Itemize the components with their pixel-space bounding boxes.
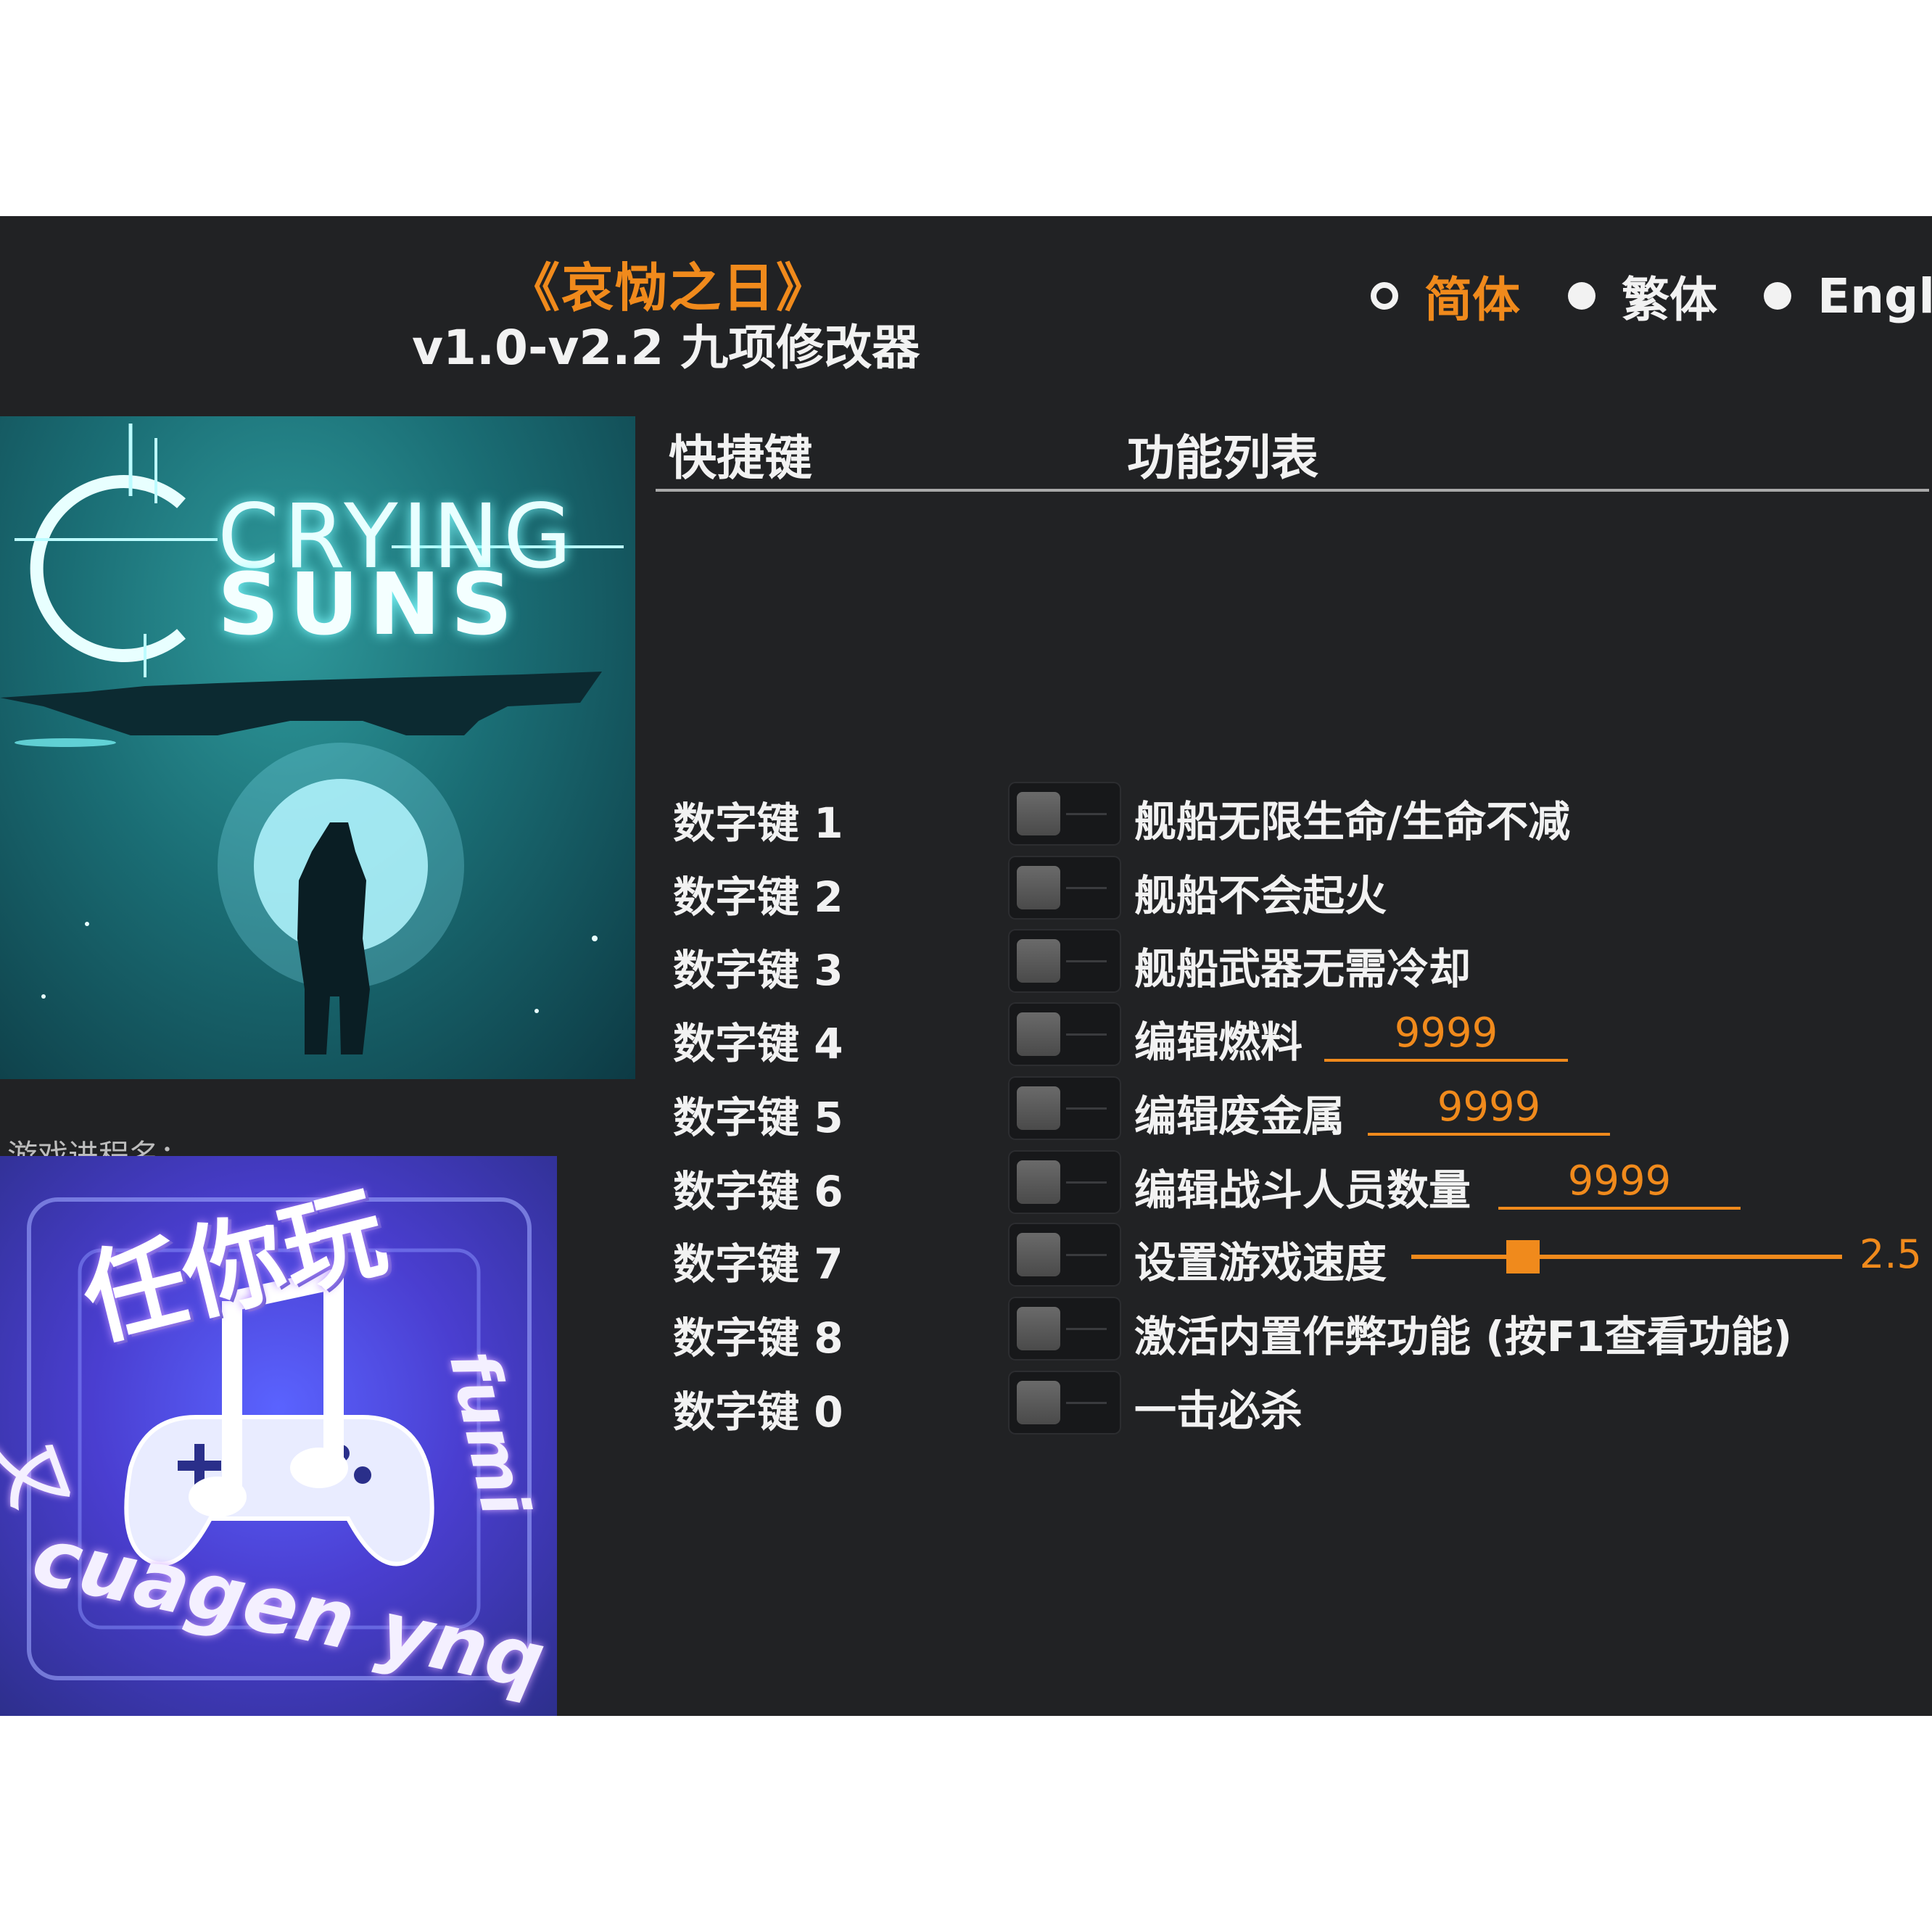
toggle-track (1066, 1254, 1107, 1256)
cheat-row: 数字键 1 舰船无限生命/生命不减 (0, 782, 1932, 851)
cheat-toggle[interactable] (1008, 856, 1121, 920)
cheat-toggle[interactable] (1008, 1002, 1121, 1066)
hotkey-label: 数字键 4 (673, 1019, 843, 1068)
cheat-label: 编辑燃料 (1134, 1017, 1303, 1067)
toggle-knob[interactable] (1017, 939, 1060, 983)
toggle-knob[interactable] (1017, 1012, 1060, 1056)
cheat-row: 数字键 4 编辑燃料 9999 (0, 1002, 1932, 1072)
cheat-row: 数字键 6 编辑战斗人员数量 9999 (0, 1150, 1932, 1220)
toggle-knob[interactable] (1017, 1160, 1060, 1204)
cheat-label: 舰船不会起火 (1134, 871, 1387, 920)
lang-option-english[interactable]: Engl (1764, 267, 1932, 325)
trainer-window: 《哀恸之日》 v1.0-v2.2 九项修改器 简体 繁体 Engl CRYING… (0, 216, 1932, 1716)
toggle-track (1066, 887, 1107, 889)
column-header-function: 功能列表 (1127, 430, 1318, 486)
speed-slider-thumb[interactable] (1506, 1240, 1540, 1273)
hotkey-label: 数字键 1 (673, 798, 843, 848)
trainer-subtitle: v1.0-v2.2 九项修改器 (412, 320, 920, 376)
cover-title-line2: SUNS (218, 554, 523, 654)
cheat-label: 激活内置作弊功能 (按F1查看功能) (1134, 1312, 1793, 1361)
cheat-row: 数字键 0 一击必杀 (0, 1371, 1932, 1440)
radio-selected-icon[interactable] (1371, 282, 1398, 310)
toggle-knob[interactable] (1017, 1233, 1060, 1276)
toggle-track (1066, 813, 1107, 815)
cheat-toggle[interactable] (1008, 1076, 1121, 1140)
cheat-toggle[interactable] (1008, 1297, 1121, 1361)
crew-value-input[interactable]: 9999 (1498, 1156, 1741, 1210)
lang-label: Engl (1817, 268, 1932, 324)
toggle-knob[interactable] (1017, 792, 1060, 835)
hotkey-label: 数字键 5 (673, 1093, 843, 1142)
cheat-toggle[interactable] (1008, 1150, 1121, 1214)
toggle-track (1066, 1328, 1107, 1330)
hotkey-label: 数字键 0 (673, 1387, 843, 1437)
toggle-knob[interactable] (1017, 1381, 1060, 1424)
toggle-knob[interactable] (1017, 866, 1060, 909)
hotkey-label: 数字键 2 (673, 872, 843, 922)
cheat-toggle[interactable] (1008, 1223, 1121, 1287)
toggle-track (1066, 1033, 1107, 1036)
cheat-label: 编辑战斗人员数量 (1134, 1165, 1471, 1215)
toggle-track (1066, 1181, 1107, 1184)
hotkey-label: 数字键 3 (673, 946, 843, 995)
cheat-row: 数字键 7 设置游戏速度 2.5 (0, 1223, 1932, 1292)
cheat-label: 一击必杀 (1134, 1386, 1303, 1435)
speed-value: 2.5 (1859, 1231, 1922, 1277)
toggle-track (1066, 1402, 1107, 1404)
toggle-knob[interactable] (1017, 1086, 1060, 1130)
lang-option-simplified[interactable]: 简体 (1371, 267, 1520, 328)
radio-icon[interactable] (1568, 282, 1595, 310)
cheat-toggle[interactable] (1008, 929, 1121, 993)
cheat-label: 设置游戏速度 (1134, 1238, 1387, 1287)
header-divider (656, 489, 1929, 492)
lang-label: 繁体 (1622, 272, 1717, 328)
hotkey-label: 数字键 8 (673, 1313, 843, 1363)
cheat-row: 数字键 3 舰船武器无需冷却 (0, 929, 1932, 999)
fuel-value-input[interactable]: 9999 (1324, 1008, 1568, 1062)
cheat-toggle[interactable] (1008, 782, 1121, 846)
toggle-track (1066, 1107, 1107, 1110)
hotkey-label: 数字键 7 (673, 1239, 843, 1289)
hotkey-label: 数字键 6 (673, 1167, 843, 1216)
lang-label: 简体 (1424, 272, 1520, 328)
column-header-hotkey: 快捷键 (669, 430, 812, 486)
cheat-row: 数字键 5 编辑废金属 9999 (0, 1076, 1932, 1146)
speed-slider-track[interactable] (1411, 1255, 1842, 1259)
scrap-value-input[interactable]: 9999 (1368, 1082, 1610, 1136)
toggle-track (1066, 960, 1107, 962)
lang-option-traditional[interactable]: 繁体 (1568, 267, 1717, 328)
cheat-row: 数字键 8 激活内置作弊功能 (按F1查看功能) (0, 1297, 1932, 1366)
radio-icon[interactable] (1764, 282, 1791, 310)
toggle-knob[interactable] (1017, 1307, 1060, 1350)
cheat-label: 编辑废金属 (1134, 1091, 1345, 1141)
cheat-toggle[interactable] (1008, 1371, 1121, 1434)
cheat-label: 舰船武器无需冷却 (1134, 944, 1471, 994)
cheat-label: 舰船无限生命/生命不减 (1134, 797, 1571, 846)
cheat-row: 数字键 2 舰船不会起火 (0, 856, 1932, 925)
